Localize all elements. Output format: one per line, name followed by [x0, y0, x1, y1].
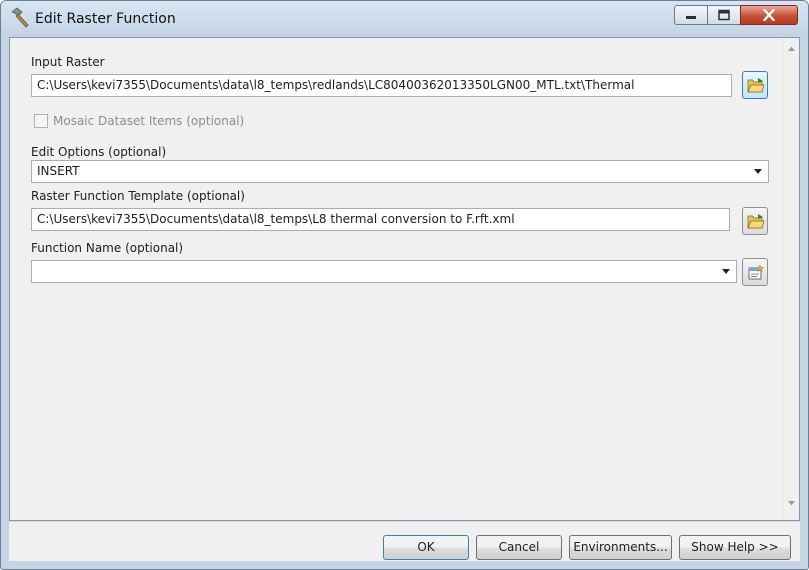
edit-options-label: Edit Options (optional) — [31, 145, 167, 159]
window-title: Edit Raster Function — [35, 11, 176, 27]
chevron-down-icon[interactable] — [787, 499, 796, 508]
title-bar[interactable]: Edit Raster Function — [1, 1, 808, 37]
footer-divider — [9, 521, 800, 522]
chevron-down-icon — [722, 269, 730, 274]
properties-icon — [748, 264, 765, 280]
vertical-scrollbar[interactable] — [782, 38, 799, 520]
close-icon — [763, 9, 775, 21]
close-button[interactable] — [740, 5, 798, 25]
dialog-window: Edit Raster Function Input Raster C:\Use… — [0, 0, 809, 570]
function-name-label: Function Name (optional) — [31, 241, 184, 255]
hammer-icon — [9, 7, 31, 29]
show-help-button[interactable]: Show Help >> — [679, 535, 791, 560]
cancel-button[interactable]: Cancel — [476, 535, 562, 560]
input-raster-label: Input Raster — [31, 55, 105, 69]
chevron-up-icon[interactable] — [787, 44, 796, 53]
function-name-properties-button[interactable] — [742, 258, 768, 286]
input-raster-field[interactable]: C:\Users\kevi7355\Documents\data\l8_temp… — [31, 74, 732, 97]
tool-parameters-panel: Input Raster C:\Users\kevi7355\Documents… — [9, 37, 800, 521]
mosaic-items-label: Mosaic Dataset Items (optional) — [53, 114, 245, 128]
environments-button[interactable]: Environments... — [569, 535, 672, 560]
minimize-button[interactable] — [674, 5, 708, 25]
maximize-icon — [718, 9, 730, 21]
button-bar: OK Cancel Environments... Show Help >> — [9, 521, 800, 561]
template-label: Raster Function Template (optional) — [31, 189, 245, 203]
folder-open-icon — [747, 78, 765, 93]
edit-options-value: INSERT — [37, 164, 80, 178]
function-name-select[interactable] — [31, 260, 737, 283]
maximize-button[interactable] — [707, 5, 741, 25]
ok-button[interactable]: OK — [383, 535, 469, 560]
minimize-icon — [686, 16, 696, 19]
mosaic-items-checkbox[interactable] — [34, 114, 48, 128]
chevron-down-icon — [754, 169, 762, 174]
folder-open-icon — [747, 214, 765, 229]
input-raster-browse-button[interactable] — [742, 71, 768, 99]
template-field[interactable]: C:\Users\kevi7355\Documents\data\l8_temp… — [31, 208, 730, 231]
edit-options-select[interactable]: INSERT — [31, 160, 769, 183]
template-browse-button[interactable] — [742, 207, 768, 235]
